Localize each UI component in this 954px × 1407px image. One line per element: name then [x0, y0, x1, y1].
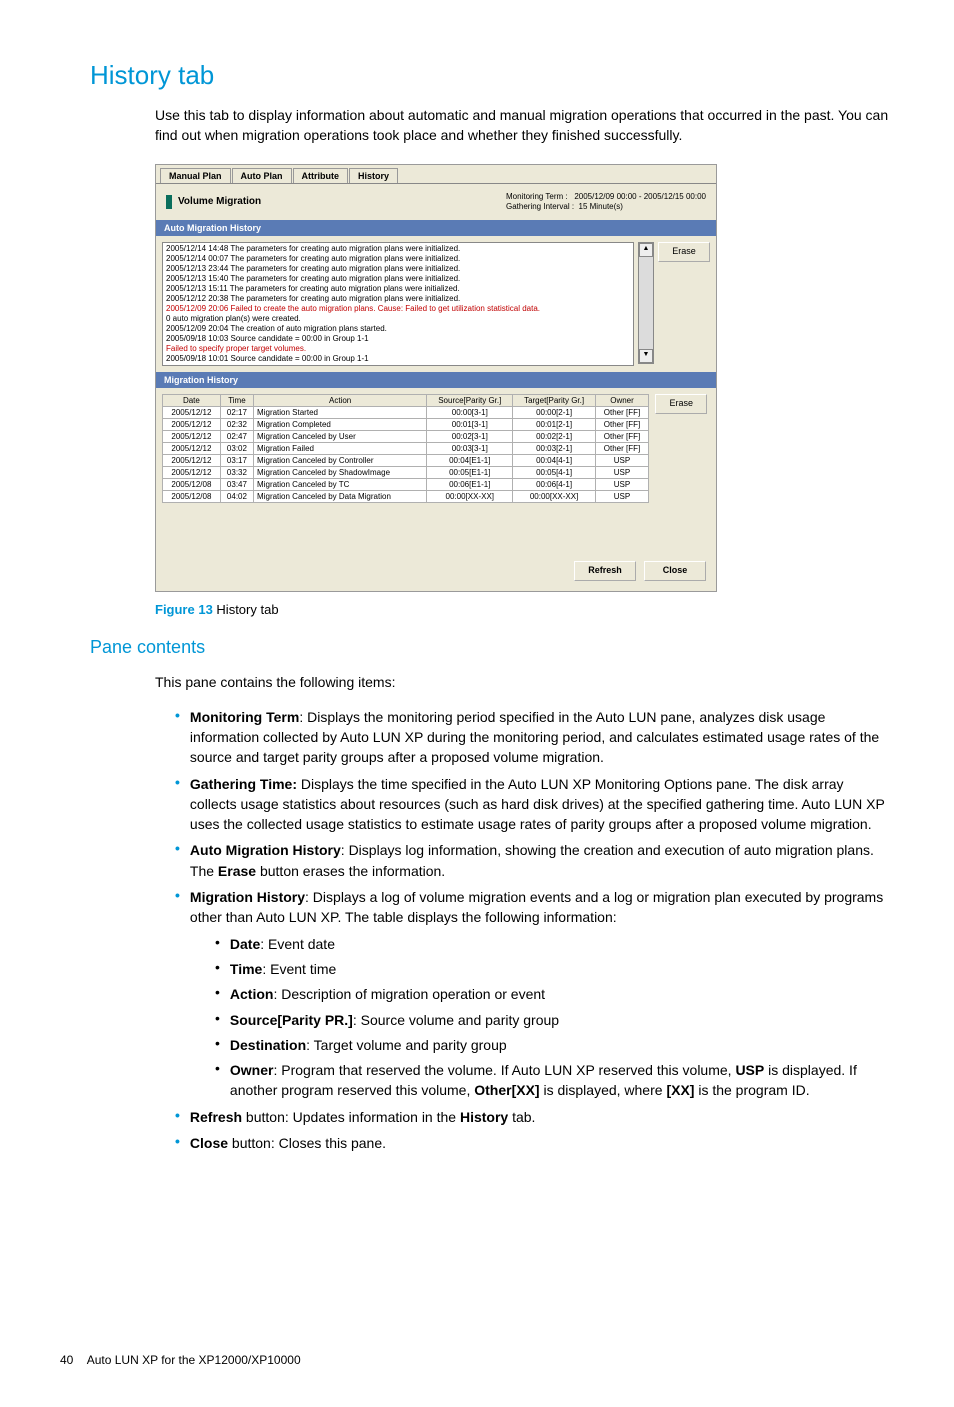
table-row[interactable]: 2005/12/1202:32Migration Completed00:01[…: [163, 419, 649, 431]
page-heading: History tab: [90, 60, 894, 91]
col-action: Action: [254, 395, 427, 407]
tab-attribute[interactable]: Attribute: [293, 168, 349, 183]
history-tab-screenshot: Manual Plan Auto Plan Attribute History …: [155, 164, 717, 593]
sub-owner: Owner: Program that reserved the volume.…: [215, 1060, 894, 1101]
sub-destination: Destination: Target volume and parity gr…: [215, 1035, 894, 1055]
figure-caption: Figure 13 History tab: [155, 602, 894, 617]
table-row[interactable]: 2005/12/1203:02Migration Failed00:03[3-1…: [163, 443, 649, 455]
scroll-down-icon[interactable]: ▼: [639, 349, 653, 363]
col-target: Target[Parity Gr.]: [513, 395, 595, 407]
table-row[interactable]: 2005/12/1202:47Migration Canceled by Use…: [163, 431, 649, 443]
monitoring-info: Monitoring Term : 2005/12/09 00:00 - 200…: [506, 192, 706, 213]
sub-source: Source[Parity PR.]: Source volume and pa…: [215, 1010, 894, 1030]
tab-auto-plan[interactable]: Auto Plan: [232, 168, 292, 183]
scroll-up-icon[interactable]: ▲: [639, 243, 653, 257]
volume-migration-title: Volume Migration: [178, 196, 261, 207]
col-owner: Owner: [595, 395, 648, 407]
tab-manual-plan[interactable]: Manual Plan: [160, 168, 231, 183]
pane-contents-heading: Pane contents: [90, 637, 894, 658]
sub-date: Date: Event date: [215, 934, 894, 954]
close-button[interactable]: Close: [644, 561, 706, 581]
item-auto-migration-history: Auto Migration History: Displays log inf…: [175, 840, 894, 881]
item-gathering-time: Gathering Time: Displays the time specif…: [175, 774, 894, 835]
item-migration-history: Migration History: Displays a log of vol…: [175, 887, 894, 928]
table-row[interactable]: 2005/12/0804:02Migration Canceled by Dat…: [163, 491, 649, 503]
item-refresh: Refresh button: Updates information in t…: [175, 1107, 894, 1127]
erase-migration-history-button[interactable]: Erase: [655, 394, 707, 414]
sub-time: Time: Event time: [215, 959, 894, 979]
pane-intro: This pane contains the following items:: [155, 672, 894, 692]
page-footer: 40 Auto LUN XP for the XP12000/XP10000: [60, 1353, 894, 1367]
migration-history-bar: Migration History: [156, 372, 716, 388]
col-time: Time: [220, 395, 253, 407]
tab-bar: Manual Plan Auto Plan Attribute History: [156, 165, 716, 184]
col-date: Date: [163, 395, 221, 407]
table-row[interactable]: 2005/12/1203:32Migration Canceled by Sha…: [163, 467, 649, 479]
tab-history[interactable]: History: [349, 168, 398, 183]
migration-history-table: Date Time Action Source[Parity Gr.] Targ…: [162, 394, 649, 503]
refresh-button[interactable]: Refresh: [574, 561, 636, 581]
col-source: Source[Parity Gr.]: [427, 395, 513, 407]
table-row[interactable]: 2005/12/0803:47Migration Canceled by TC0…: [163, 479, 649, 491]
erase-auto-history-button[interactable]: Erase: [658, 242, 710, 262]
volume-migration-icon: [166, 195, 172, 209]
intro-text: Use this tab to display information abou…: [155, 105, 894, 146]
item-monitoring-term: Monitoring Term: Displays the monitoring…: [175, 707, 894, 768]
table-row[interactable]: 2005/12/1202:17Migration Started00:00[3-…: [163, 407, 649, 419]
sub-action: Action: Description of migration operati…: [215, 984, 894, 1004]
table-row[interactable]: 2005/12/1203:17Migration Canceled by Con…: [163, 455, 649, 467]
item-close: Close button: Closes this pane.: [175, 1133, 894, 1153]
auto-migration-history-bar: Auto Migration History: [156, 220, 716, 236]
log-scrollbar[interactable]: ▲ ▼: [638, 242, 654, 364]
auto-migration-log[interactable]: 2005/12/14 14:48 The parameters for crea…: [162, 242, 634, 366]
